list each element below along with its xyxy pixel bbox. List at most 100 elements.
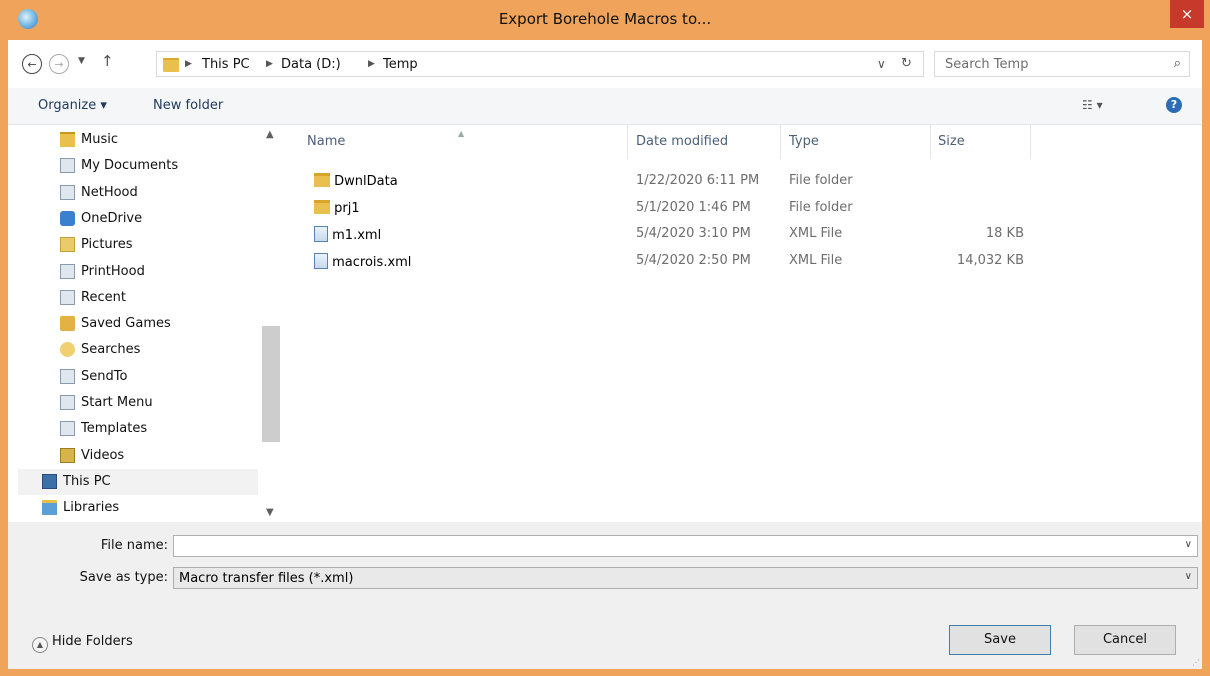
file-type: File folder — [789, 173, 853, 188]
scroll-up-icon[interactable]: ▲ — [266, 129, 274, 140]
scroll-down-icon[interactable]: ▼ — [266, 507, 274, 518]
nav-item-label: Templates — [81, 421, 148, 437]
libraries-icon — [42, 500, 57, 516]
nav-item-label: Libraries — [63, 500, 120, 516]
column-header-type[interactable]: Type — [789, 134, 819, 149]
nav-item-label: Saved Games — [81, 316, 171, 332]
nav-item-label: Videos — [81, 447, 125, 463]
view-options-icon[interactable]: ☷ ▾ — [1082, 98, 1103, 112]
file-row[interactable]: m1.xml 5/4/2020 3:10 PM XML File 18 KB — [280, 221, 1202, 247]
address-bar[interactable]: ▶ This PC ▶ Data (D:) ▶ Temp ∨ ↻ — [156, 51, 924, 77]
nav-item-label: OneDrive — [81, 210, 143, 226]
nav-scrollbar[interactable]: ▲ ▼ — [262, 125, 280, 522]
breadcrumb-this-pc[interactable]: This PC — [202, 57, 250, 72]
close-button[interactable]: × — [1170, 0, 1204, 28]
pictures-folder-icon — [60, 237, 75, 253]
nav-item[interactable]: PrintHood — [8, 259, 258, 285]
save-type-select[interactable]: Macro transfer files (*.xml) ∨ — [173, 567, 1198, 589]
save-type-value: Macro transfer files (*.xml) — [179, 571, 354, 586]
shortcut-icon — [60, 158, 75, 174]
nav-item[interactable]: Pictures — [8, 232, 258, 258]
nav-item[interactable]: OneDrive — [8, 206, 258, 232]
file-name-cell: m1.xml — [314, 226, 381, 243]
cancel-button[interactable]: Cancel — [1074, 625, 1176, 655]
address-dropdown-icon[interactable]: ∨ — [877, 57, 886, 71]
save-type-dropdown-icon[interactable]: ∨ — [1185, 571, 1192, 582]
breadcrumb-data-drive[interactable]: Data (D:) — [281, 57, 341, 72]
shortcut-icon — [60, 368, 75, 384]
refresh-icon[interactable]: ↻ — [901, 56, 912, 71]
column-header-size[interactable]: Size — [938, 134, 965, 149]
nav-item[interactable]: Recent — [8, 285, 258, 311]
computer-icon — [42, 473, 57, 489]
nav-item[interactable]: Videos — [8, 443, 258, 469]
nav-item[interactable]: My Documents — [8, 153, 258, 179]
file-name-field[interactable]: ∨ — [173, 535, 1198, 557]
nav-item-label: SendTo — [81, 368, 128, 384]
file-name: macrois.xml — [332, 254, 412, 270]
column-divider[interactable] — [1030, 125, 1031, 159]
help-icon[interactable]: ? — [1166, 97, 1182, 113]
file-type: XML File — [789, 226, 843, 241]
nav-item[interactable]: Start Menu — [8, 390, 258, 416]
navigation-pane[interactable]: Music My Documents NetHood OneDrive Pictures… — [8, 125, 280, 522]
searches-icon — [60, 342, 75, 358]
column-header-name[interactable]: Name — [307, 134, 345, 149]
breadcrumb-separator-icon[interactable]: ▶ — [266, 59, 273, 69]
title-bar[interactable]: Export Borehole Macros to... × — [0, 0, 1210, 40]
search-icon[interactable]: ⌕ — [1174, 56, 1181, 71]
nav-item-label: Start Menu — [81, 395, 153, 410]
column-header-date[interactable]: Date modified — [636, 134, 728, 149]
column-divider[interactable] — [627, 125, 628, 159]
column-divider[interactable] — [780, 125, 781, 159]
file-type: File folder — [789, 199, 853, 215]
forward-arrow-icon[interactable]: → — [49, 54, 69, 74]
folder-icon — [163, 58, 179, 72]
new-folder-button[interactable]: New folder — [153, 98, 223, 113]
save-button[interactable]: Save — [949, 625, 1051, 655]
nav-item-label: Pictures — [81, 237, 133, 253]
search-input[interactable]: Search Temp ⌕ — [934, 51, 1190, 77]
shortcut-icon — [60, 421, 75, 437]
save-dialog: Export Borehole Macros to... × ← → ▼ ↑ ▶… — [0, 0, 1210, 676]
recent-locations-chevron-icon[interactable]: ▼ — [78, 56, 85, 66]
xml-file-icon — [314, 252, 328, 269]
nav-item[interactable]: Saved Games — [8, 311, 258, 337]
file-name-dropdown-icon[interactable]: ∨ — [1185, 539, 1192, 550]
breadcrumb-temp[interactable]: Temp — [383, 57, 418, 72]
breadcrumb-separator-icon[interactable]: ▶ — [185, 59, 192, 69]
nav-item[interactable]: Searches — [8, 337, 258, 363]
command-bar: Organize ▾ New folder ☷ ▾ ? — [8, 88, 1202, 125]
file-name: m1.xml — [332, 228, 382, 243]
hide-folders-button[interactable]: ▲ Hide Folders — [32, 634, 133, 653]
save-form: File name: ∨ Save as type: Macro transfe… — [8, 522, 1202, 669]
file-name: DwnlData — [334, 174, 398, 189]
back-arrow-icon[interactable]: ← — [22, 54, 42, 74]
file-date: 5/4/2020 2:50 PM — [636, 252, 751, 268]
column-divider[interactable] — [930, 125, 931, 159]
nav-item-label: Searches — [81, 342, 141, 358]
organize-button[interactable]: Organize ▾ — [38, 98, 107, 113]
resize-grip-icon[interactable]: ⋰ — [1192, 658, 1200, 667]
file-row[interactable]: macrois.xml 5/4/2020 2:50 PM XML File 14,03… — [280, 248, 1202, 274]
up-arrow-icon[interactable]: ↑ — [101, 52, 114, 70]
shortcut-icon — [60, 263, 75, 279]
nav-item[interactable]: Libraries — [8, 495, 258, 521]
saved-games-icon — [60, 316, 75, 332]
nav-item[interactable]: This PC — [18, 468, 258, 495]
music-folder-icon — [60, 132, 75, 147]
address-row: ← → ▼ ↑ ▶ This PC ▶ Data (D:) ▶ Temp ∨ ↻… — [8, 40, 1202, 88]
file-list[interactable]: ▲ Name Date modified Type Size DwnlData 1… — [280, 125, 1202, 522]
breadcrumb-separator-icon[interactable]: ▶ — [368, 59, 375, 69]
scroll-thumb[interactable] — [262, 326, 280, 442]
collapse-up-icon: ▲ — [32, 637, 48, 653]
file-row[interactable]: prj1 5/1/2020 1:46 PM File folder — [280, 195, 1202, 221]
file-row[interactable]: DwnlData 1/22/2020 6:11 PM File folder — [280, 168, 1202, 194]
nav-item[interactable]: Templates — [8, 416, 258, 442]
shortcut-icon — [60, 289, 75, 305]
nav-item[interactable]: NetHood — [8, 180, 258, 206]
file-name-label: File name: — [100, 538, 168, 553]
nav-item-label: This PC — [63, 473, 111, 489]
nav-item[interactable]: Music — [8, 127, 258, 153]
nav-item[interactable]: SendTo — [8, 364, 258, 390]
